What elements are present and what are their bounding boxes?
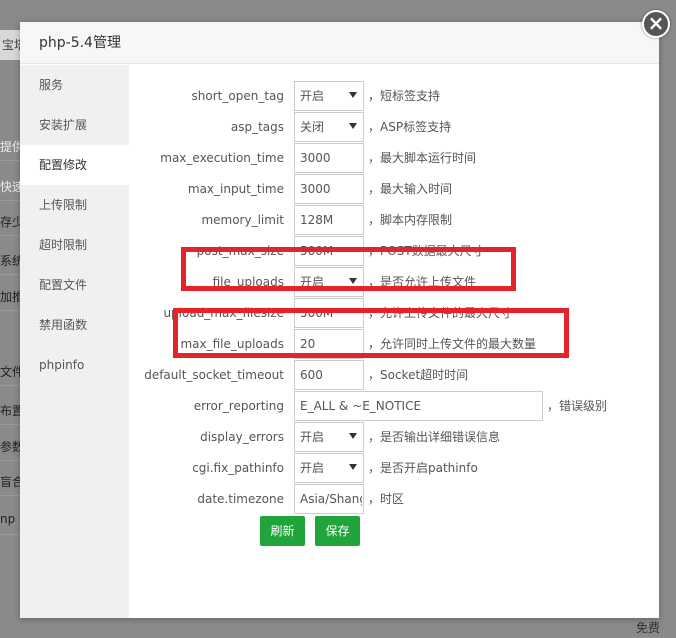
config-input[interactable]: E_ALL & ~E_NOTICE [294, 391, 543, 421]
config-row-default-socket-timeout: default_socket_timeout 600 ，Socket超时时间 [129, 360, 649, 390]
config-description: ，最大输入时间 [368, 182, 453, 196]
config-label: cgi.fix_pathinfo [192, 461, 284, 475]
background-footer-text: 免费 [635, 621, 660, 635]
dialog-title: php-5.4管理 [20, 22, 659, 64]
config-label: error_reporting [193, 399, 284, 413]
config-description: ，脚本内存限制 [368, 213, 453, 227]
background-row-text: np [0, 512, 16, 526]
background-row-text: 存少 [0, 215, 20, 229]
background-row-text: 盲合 [0, 475, 20, 489]
config-value: 开启 [300, 89, 325, 103]
sidebar-item-4[interactable]: 超时限制 [20, 225, 129, 265]
config-row-asp-tags: asp_tags 关闭 ，ASP标签支持 [129, 112, 649, 142]
sidebar-item-5[interactable]: 配置文件 [20, 265, 129, 305]
sidebar-item-2[interactable]: 配置修改 [20, 145, 129, 185]
chevron-down-icon [349, 433, 357, 439]
config-input[interactable]: 600 [294, 360, 364, 390]
config-label: asp_tags [230, 120, 284, 134]
config-row-short-open-tag: short_open_tag 开启 ，短标签支持 [129, 81, 649, 111]
config-label: date.timezone [197, 492, 284, 506]
config-description: ，最大脚本运行时间 [368, 151, 477, 165]
config-label: display_errors [200, 430, 284, 444]
background-divider [0, 385, 20, 386]
background-row-text: 文件 [0, 365, 20, 379]
background-divider [0, 160, 20, 161]
chevron-down-icon [349, 92, 357, 98]
config-select[interactable]: 开启 [294, 422, 364, 452]
config-row-date-timezone: date.timezone Asia/Shanghai ，时区 [129, 484, 649, 514]
highlight-box-upload-max-filesize [173, 308, 569, 358]
config-input[interactable]: Asia/Shanghai [294, 484, 364, 514]
sidebar-item-3[interactable]: 上传限制 [20, 185, 129, 225]
config-select[interactable]: 开启 [294, 81, 364, 111]
save-button[interactable]: 保存 [315, 516, 360, 546]
config-value: 开启 [300, 430, 325, 444]
sidebar-item-0[interactable]: 服务 [20, 65, 129, 105]
background-row-text: 加推 [0, 290, 20, 304]
config-panel: short_open_tag 开启 ，短标签支持 asp_tags 关闭 ，ASP标签支持… [129, 65, 659, 618]
config-description: ，短标签支持 [368, 89, 441, 103]
config-value: 3000 [300, 151, 331, 165]
config-row-cgi-fix-pathinfo: cgi.fix_pathinfo 开启 ，是否开启pathinfo [129, 453, 649, 483]
background-divider [0, 460, 20, 461]
close-icon[interactable]: × [642, 10, 670, 38]
config-label: max_input_time [187, 182, 284, 196]
config-value: E_ALL & ~E_NOTICE [300, 399, 422, 413]
config-row-max-input-time: max_input_time 3000 ，最大输入时间 [129, 174, 649, 204]
background-divider [0, 274, 20, 275]
config-label: default_socket_timeout [144, 368, 284, 382]
sidebar-item-1[interactable]: 安装扩展 [20, 105, 129, 145]
background-row-text: 布置 [0, 404, 20, 418]
config-row-max-execution-time: max_execution_time 3000 ，最大脚本运行时间 [129, 143, 649, 173]
config-label: memory_limit [201, 213, 284, 227]
config-label: short_open_tag [191, 89, 284, 103]
sidebar-item-7[interactable]: phpinfo [20, 345, 129, 385]
config-description: ，是否开启pathinfo [368, 461, 478, 475]
sidebar-item-6[interactable]: 禁用函数 [20, 305, 129, 345]
config-value: 128M [300, 213, 334, 227]
config-row-memory-limit: memory_limit 128M ，脚本内存限制 [129, 205, 649, 235]
background-row-text: 快速 [0, 180, 20, 194]
dialog-sidebar: 服务 安装扩展 配置修改 上传限制 超时限制 配置文件 禁用函数 phpinfo [20, 65, 129, 618]
config-input[interactable]: 128M [294, 205, 364, 235]
background-divider [0, 424, 20, 425]
config-value: 600 [300, 368, 323, 382]
highlight-box-post-max-size [181, 247, 516, 291]
php-manager-dialog: php-5.4管理 服务 安装扩展 配置修改 上传限制 超时限制 配置文件 禁用函数 phpi… [20, 22, 659, 618]
config-input[interactable]: 3000 [294, 143, 364, 173]
config-value: 3000 [300, 182, 331, 196]
config-row-display-errors: display_errors 开启 ，是否输出详细错误信息 [129, 422, 649, 452]
config-description: ，ASP标签支持 [368, 120, 452, 134]
config-select[interactable]: 关闭 [294, 112, 364, 142]
config-label: max_execution_time [160, 151, 284, 165]
background-divider [0, 200, 20, 201]
config-input[interactable]: 3000 [294, 174, 364, 204]
background-divider [0, 310, 20, 311]
config-description: ，Socket超时时间 [368, 368, 469, 382]
background-row-text: 参数 [0, 440, 20, 454]
config-value: 关闭 [300, 120, 325, 134]
config-value: Asia/Shanghai [300, 492, 362, 506]
background-row-text: 提供 [0, 140, 20, 154]
refresh-button[interactable]: 刷新 [260, 516, 305, 546]
background-divider [0, 534, 20, 535]
config-description: ，错误级别 [547, 399, 608, 413]
config-description: ，是否输出详细错误信息 [368, 430, 501, 444]
chevron-down-icon [349, 123, 357, 129]
background-divider [0, 495, 20, 496]
chevron-down-icon [349, 464, 357, 470]
background-tab: 宝塔 [0, 30, 22, 60]
config-select[interactable]: 开启 [294, 453, 364, 483]
background-row-text: 系统 [0, 254, 20, 268]
config-value: 开启 [300, 461, 325, 475]
config-description: ，时区 [368, 492, 405, 506]
background-divider [0, 235, 20, 236]
config-row-error-reporting: error_reporting E_ALL & ~E_NOTICE ，错误级别 [129, 391, 649, 421]
